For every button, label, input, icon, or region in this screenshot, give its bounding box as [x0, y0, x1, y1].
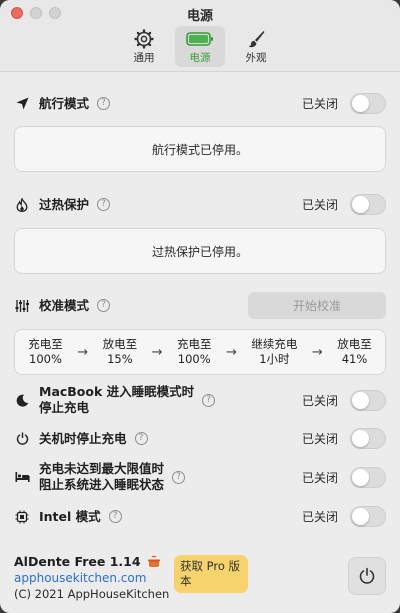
- label-line: 充电未达到最大限值时: [39, 461, 165, 476]
- tab-appearance[interactable]: 外观: [231, 26, 281, 67]
- tab-power[interactable]: 电源: [175, 26, 225, 67]
- label-line: MacBook 进入睡眠模式时: [39, 384, 195, 399]
- moon-icon: [14, 394, 30, 407]
- heat-protection-toggle[interactable]: [350, 194, 386, 215]
- tab-appearance-label: 外观: [245, 51, 267, 64]
- step-target: 100%: [29, 352, 62, 366]
- heat-protection-panel: 过热保护已停用。: [14, 228, 386, 274]
- intel-mode-toggle[interactable]: [350, 506, 386, 527]
- airplane-mode-state: 已关闭: [301, 97, 338, 111]
- calibration-step: 充电至 100%: [28, 337, 63, 367]
- airplane-mode-label: 航行模式: [39, 95, 90, 111]
- footer: AlDente Free 1.14 apphousekitchen.com (C…: [14, 554, 386, 613]
- step-target: 15%: [107, 352, 133, 366]
- help-icon[interactable]: ?: [172, 470, 186, 484]
- stop-charging-sleep-toggle[interactable]: [350, 389, 386, 411]
- heat-protection-label: 过热保护: [39, 196, 90, 212]
- step-target: 100%: [177, 352, 211, 366]
- step-action: 继续充电: [251, 337, 298, 351]
- help-icon[interactable]: ?: [202, 393, 216, 407]
- help-icon[interactable]: ?: [134, 432, 148, 445]
- intel-mode-label: Intel 模式: [39, 508, 101, 524]
- paintbrush-icon: [246, 29, 266, 49]
- step-action: 放电至: [102, 337, 138, 351]
- airplane-mode-panel-text: 航行模式已停用。: [151, 142, 248, 157]
- calibration-label: 校准模式: [39, 297, 90, 313]
- stop-charging-shutdown-toggle[interactable]: [350, 428, 386, 449]
- power-icon: [359, 567, 375, 584]
- heat-protection-panel-text: 过热保护已停用。: [151, 244, 248, 259]
- heat-protection-row: 过热保护 ? 已关闭: [14, 194, 386, 215]
- stop-charging-shutdown-state: 已关闭: [301, 432, 338, 446]
- calibration-step: 继续充电 1小时: [251, 337, 297, 367]
- title-bar: 电源 通用 电源 外观: [0, 0, 400, 72]
- tab-power-label: 电源: [189, 51, 211, 64]
- prevent-sleep-toggle[interactable]: [350, 466, 386, 488]
- quit-power-button[interactable]: [348, 557, 386, 595]
- tab-general[interactable]: 通用: [119, 26, 169, 67]
- step-action: 放电至: [337, 337, 372, 351]
- intel-mode-state: 已关闭: [301, 510, 338, 524]
- cpu-icon: [14, 510, 30, 524]
- app-window: 电源 通用 电源 外观 航行模式 ? 已关闭 航行模式已停用。 过热保护 ? 已…: [0, 0, 400, 613]
- label-line: 停止充电: [39, 400, 90, 415]
- help-icon[interactable]: ?: [97, 299, 111, 312]
- prevent-sleep-state: 已关闭: [301, 470, 338, 485]
- location-arrow-icon: [14, 97, 30, 110]
- heat-protection-state: 已关闭: [301, 198, 338, 212]
- power-settings: 航行模式 ? 已关闭 航行模式已停用。 过热保护 ? 已关闭 过热保护已停用。 …: [0, 73, 400, 613]
- flame-icon: [14, 197, 30, 212]
- help-icon[interactable]: ?: [97, 198, 111, 211]
- label-line: 阻止系统进入睡眠状态: [39, 477, 165, 492]
- start-calibration-button[interactable]: 开始校准: [248, 292, 386, 319]
- step-target: 1小时: [259, 352, 290, 366]
- airplane-mode-toggle[interactable]: [350, 93, 386, 114]
- help-icon[interactable]: ?: [97, 97, 111, 110]
- airplane-mode-row: 航行模式 ? 已关闭: [14, 93, 386, 114]
- tab-general-label: 通用: [133, 51, 155, 64]
- gear-icon: [134, 28, 154, 49]
- power-icon: [14, 432, 30, 445]
- battery-icon: [186, 29, 214, 49]
- prevent-sleep-row: 充电未达到最大限值时 阻止系统进入睡眠状态 ? 已关闭: [14, 461, 386, 493]
- cooking-pot-icon: [147, 555, 161, 568]
- arrow-right-icon: →: [77, 344, 89, 360]
- stop-charging-sleep-label: MacBook 进入睡眠模式时 停止充电: [39, 384, 194, 416]
- step-action: 充电至: [176, 337, 212, 351]
- stop-charging-shutdown-label: 关机时停止充电: [39, 430, 127, 446]
- bed-icon: [14, 471, 30, 483]
- arrow-right-icon: →: [151, 344, 163, 360]
- step-target: 41%: [341, 352, 368, 366]
- calibration-step: 放电至 15%: [103, 337, 138, 367]
- step-action: 充电至: [28, 337, 63, 351]
- stop-charging-sleep-state: 已关闭: [301, 393, 338, 408]
- airplane-mode-panel: 航行模式已停用。: [14, 126, 386, 172]
- stop-charging-sleep-row: MacBook 进入睡眠模式时 停止充电 ? 已关闭: [14, 384, 386, 416]
- sliders-icon: [14, 299, 30, 313]
- get-pro-button[interactable]: 获取 Pro 版本: [174, 555, 248, 593]
- calibration-steps: 充电至 100% → 放电至 15% → 充电至 100% → 继续充电 1小时…: [14, 329, 386, 375]
- prevent-sleep-label: 充电未达到最大限值时 阻止系统进入睡眠状态: [39, 461, 164, 493]
- window-title: 电源: [186, 9, 213, 24]
- calibration-step: 放电至 41%: [337, 337, 372, 367]
- calibration-step: 充电至 100%: [177, 337, 212, 367]
- arrow-right-icon: →: [311, 344, 323, 360]
- app-name-text: AlDente Free 1.14: [14, 554, 141, 569]
- calibration-row: 校准模式 ? 开始校准: [14, 292, 386, 319]
- stop-charging-shutdown-row: 关机时停止充电 ? 已关闭: [14, 428, 386, 449]
- arrow-right-icon: →: [225, 344, 237, 360]
- preferences-tabs: 通用 电源 外观: [0, 26, 400, 67]
- intel-mode-row: Intel 模式 ? 已关闭: [14, 506, 386, 527]
- help-icon[interactable]: ?: [108, 510, 122, 523]
